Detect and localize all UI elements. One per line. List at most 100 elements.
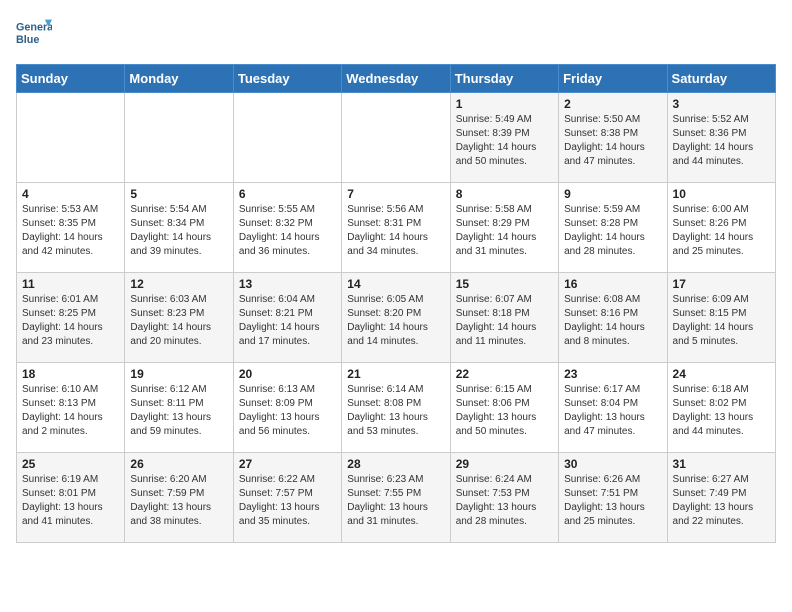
weekday-header-tuesday: Tuesday (233, 65, 341, 93)
day-info: Sunrise: 6:18 AM Sunset: 8:02 PM Dayligh… (673, 383, 770, 439)
day-number: 22 (456, 367, 553, 381)
day-number: 20 (239, 367, 336, 381)
day-cell: 2Sunrise: 5:50 AM Sunset: 8:38 PM Daylig… (559, 93, 667, 183)
day-info: Sunrise: 6:26 AM Sunset: 7:51 PM Dayligh… (564, 473, 661, 529)
weekday-header-sunday: Sunday (17, 65, 125, 93)
day-cell: 16 Sunrise: 6:08 AM Sunset: 8:16 PM Dayli… (559, 273, 667, 363)
day-cell: 7Sunrise: 5:56 AM Sunset: 8:31 PM Daylig… (342, 183, 450, 273)
day-number: 29 (456, 457, 553, 471)
day-cell: 25 Sunrise: 6:19 AM Sunset: 8:01 PM Dayli… (17, 453, 125, 543)
day-number: 8 (456, 187, 553, 201)
day-info: Sunrise: 5:49 AM Sunset: 8:39 PM Dayligh… (456, 113, 553, 169)
weekday-header-wednesday: Wednesday (342, 65, 450, 93)
day-number: 7 (347, 187, 444, 201)
day-cell: 8 Sunrise: 5:58 AM Sunset: 8:29 PM Daylig… (450, 183, 558, 273)
logo: General Blue (16, 16, 52, 52)
day-cell: 10Sunrise: 6:00 AM Sunset: 8:26 PM Dayli… (667, 183, 775, 273)
weekday-header-saturday: Saturday (667, 65, 775, 93)
day-cell (342, 93, 450, 183)
day-number: 24 (673, 367, 770, 381)
day-info: Sunrise: 6:12 AM Sunset: 8:11 PM Dayligh… (130, 383, 227, 439)
day-info: Sunrise: 6:07 AM Sunset: 8:18 PM Dayligh… (456, 293, 553, 349)
day-info: Sunrise: 6:03 AM Sunset: 8:23 PM Dayligh… (130, 293, 227, 349)
day-info: Sunrise: 6:00 AM Sunset: 8:26 PM Dayligh… (673, 203, 770, 259)
calendar-table: SundayMondayTuesdayWednesdayThursdayFrid… (16, 64, 776, 543)
day-info: Sunrise: 6:19 AM Sunset: 8:01 PM Dayligh… (22, 473, 119, 529)
day-number: 26 (130, 457, 227, 471)
day-number: 11 (22, 277, 119, 291)
day-cell: 29 Sunrise: 6:24 AM Sunset: 7:53 PM Dayli… (450, 453, 558, 543)
day-cell: 14 Sunrise: 6:05 AM Sunset: 8:20 PM Dayli… (342, 273, 450, 363)
week-row-5: 25 Sunrise: 6:19 AM Sunset: 8:01 PM Dayli… (17, 453, 776, 543)
svg-text:Blue: Blue (16, 34, 39, 46)
day-number: 1 (456, 97, 553, 111)
day-cell: 22Sunrise: 6:15 AM Sunset: 8:06 PM Dayli… (450, 363, 558, 453)
day-info: Sunrise: 6:13 AM Sunset: 8:09 PM Dayligh… (239, 383, 336, 439)
day-cell: 26 Sunrise: 6:20 AM Sunset: 7:59 PM Dayli… (125, 453, 233, 543)
day-cell (125, 93, 233, 183)
day-info: Sunrise: 5:55 AM Sunset: 8:32 PM Dayligh… (239, 203, 336, 259)
day-cell (17, 93, 125, 183)
day-cell: 31 Sunrise: 6:27 AM Sunset: 7:49 PM Dayli… (667, 453, 775, 543)
day-info: Sunrise: 6:14 AM Sunset: 8:08 PM Dayligh… (347, 383, 444, 439)
day-cell: 20 Sunrise: 6:13 AM Sunset: 8:09 PM Dayli… (233, 363, 341, 453)
day-info: Sunrise: 5:54 AM Sunset: 8:34 PM Dayligh… (130, 203, 227, 259)
header: General Blue (16, 16, 776, 52)
day-info: Sunrise: 5:50 AM Sunset: 8:38 PM Dayligh… (564, 113, 661, 169)
day-info: Sunrise: 5:53 AM Sunset: 8:35 PM Dayligh… (22, 203, 119, 259)
day-info: Sunrise: 6:20 AM Sunset: 7:59 PM Dayligh… (130, 473, 227, 529)
day-cell: 4Sunrise: 5:53 AM Sunset: 8:35 PM Daylig… (17, 183, 125, 273)
day-number: 12 (130, 277, 227, 291)
day-number: 28 (347, 457, 444, 471)
weekday-header-row: SundayMondayTuesdayWednesdayThursdayFrid… (17, 65, 776, 93)
day-info: Sunrise: 6:24 AM Sunset: 7:53 PM Dayligh… (456, 473, 553, 529)
day-cell: 9 Sunrise: 5:59 AM Sunset: 8:28 PM Daylig… (559, 183, 667, 273)
week-row-4: 18Sunrise: 6:10 AM Sunset: 8:13 PM Dayli… (17, 363, 776, 453)
day-cell: 15 Sunrise: 6:07 AM Sunset: 8:18 PM Dayli… (450, 273, 558, 363)
day-cell: 1 Sunrise: 5:49 AM Sunset: 8:39 PM Daylig… (450, 93, 558, 183)
day-cell: 30 Sunrise: 6:26 AM Sunset: 7:51 PM Dayli… (559, 453, 667, 543)
svg-text:General: General (16, 21, 52, 33)
weekday-header-friday: Friday (559, 65, 667, 93)
day-cell: 3 Sunrise: 5:52 AM Sunset: 8:36 PM Daylig… (667, 93, 775, 183)
day-number: 5 (130, 187, 227, 201)
day-info: Sunrise: 6:22 AM Sunset: 7:57 PM Dayligh… (239, 473, 336, 529)
day-number: 19 (130, 367, 227, 381)
day-info: Sunrise: 6:01 AM Sunset: 8:25 PM Dayligh… (22, 293, 119, 349)
day-number: 15 (456, 277, 553, 291)
day-number: 23 (564, 367, 661, 381)
day-cell: 27 Sunrise: 6:22 AM Sunset: 7:57 PM Dayli… (233, 453, 341, 543)
day-number: 14 (347, 277, 444, 291)
day-cell: 18Sunrise: 6:10 AM Sunset: 8:13 PM Dayli… (17, 363, 125, 453)
day-info: Sunrise: 6:05 AM Sunset: 8:20 PM Dayligh… (347, 293, 444, 349)
day-info: Sunrise: 6:04 AM Sunset: 8:21 PM Dayligh… (239, 293, 336, 349)
weekday-header-monday: Monday (125, 65, 233, 93)
week-row-1: 1 Sunrise: 5:49 AM Sunset: 8:39 PM Daylig… (17, 93, 776, 183)
day-number: 30 (564, 457, 661, 471)
day-number: 6 (239, 187, 336, 201)
day-info: Sunrise: 6:10 AM Sunset: 8:13 PM Dayligh… (22, 383, 119, 439)
day-info: Sunrise: 6:08 AM Sunset: 8:16 PM Dayligh… (564, 293, 661, 349)
day-number: 17 (673, 277, 770, 291)
day-info: Sunrise: 5:58 AM Sunset: 8:29 PM Dayligh… (456, 203, 553, 259)
day-number: 16 (564, 277, 661, 291)
day-number: 3 (673, 97, 770, 111)
day-number: 27 (239, 457, 336, 471)
day-cell: 24 Sunrise: 6:18 AM Sunset: 8:02 PM Dayli… (667, 363, 775, 453)
day-info: Sunrise: 5:52 AM Sunset: 8:36 PM Dayligh… (673, 113, 770, 169)
logo-icon: General Blue (16, 16, 52, 52)
day-info: Sunrise: 5:59 AM Sunset: 8:28 PM Dayligh… (564, 203, 661, 259)
weekday-header-thursday: Thursday (450, 65, 558, 93)
day-info: Sunrise: 6:17 AM Sunset: 8:04 PM Dayligh… (564, 383, 661, 439)
day-number: 9 (564, 187, 661, 201)
day-info: Sunrise: 6:27 AM Sunset: 7:49 PM Dayligh… (673, 473, 770, 529)
day-number: 13 (239, 277, 336, 291)
day-number: 25 (22, 457, 119, 471)
week-row-3: 11 Sunrise: 6:01 AM Sunset: 8:25 PM Dayli… (17, 273, 776, 363)
week-row-2: 4Sunrise: 5:53 AM Sunset: 8:35 PM Daylig… (17, 183, 776, 273)
day-number: 31 (673, 457, 770, 471)
day-cell: 12 Sunrise: 6:03 AM Sunset: 8:23 PM Dayli… (125, 273, 233, 363)
day-cell: 28Sunrise: 6:23 AM Sunset: 7:55 PM Dayli… (342, 453, 450, 543)
day-number: 21 (347, 367, 444, 381)
day-cell (233, 93, 341, 183)
